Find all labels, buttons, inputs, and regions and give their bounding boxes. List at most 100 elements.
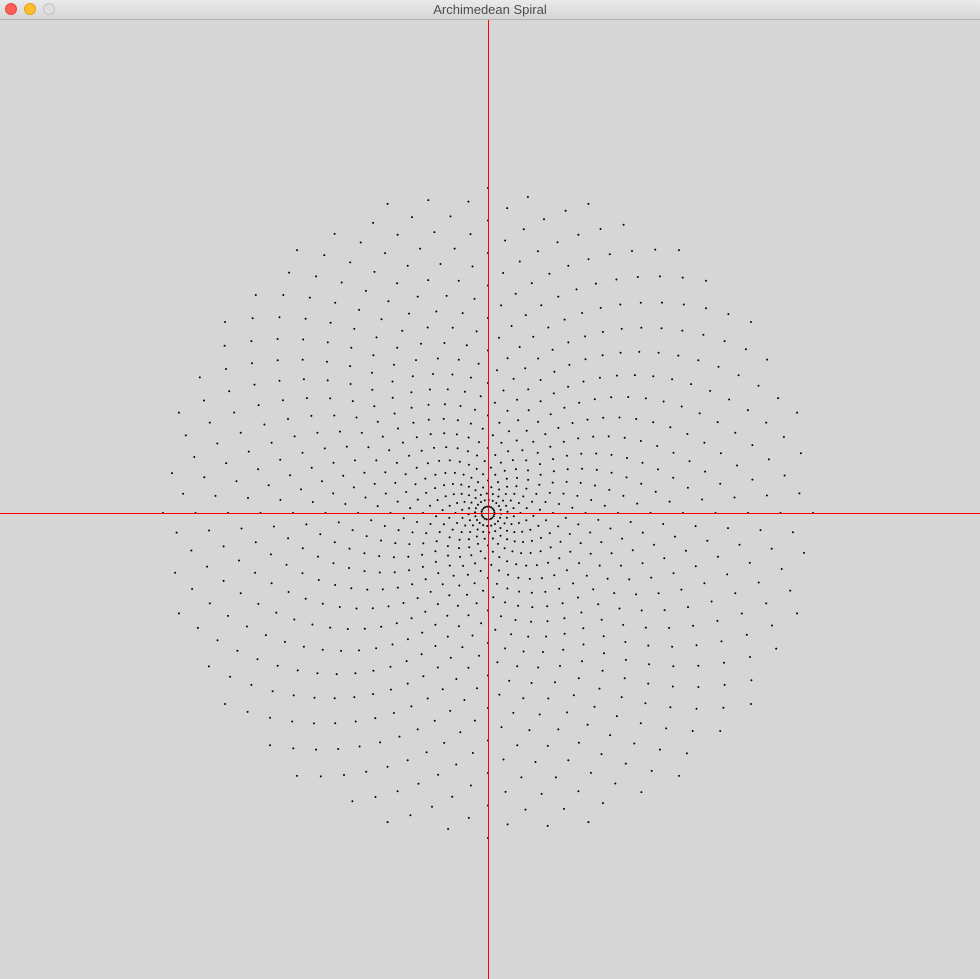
spiral-point bbox=[470, 476, 473, 479]
spiral-point bbox=[456, 522, 459, 524]
spiral-point bbox=[494, 628, 497, 631]
spiral-point bbox=[457, 625, 460, 628]
spiral-point bbox=[505, 504, 508, 507]
spiral-point bbox=[311, 623, 314, 626]
spiral-point bbox=[694, 565, 697, 568]
spiral-point bbox=[422, 542, 425, 545]
title-bar[interactable]: Archimedean Spiral bbox=[0, 0, 980, 20]
spiral-point bbox=[614, 782, 617, 785]
spiral-point bbox=[527, 388, 530, 391]
spiral-point bbox=[484, 506, 487, 509]
spiral-point bbox=[553, 574, 556, 577]
spiral-point bbox=[474, 507, 477, 510]
spiral-point bbox=[326, 379, 329, 382]
spiral-point bbox=[225, 462, 228, 465]
spiral-point bbox=[410, 705, 413, 708]
spiral-point bbox=[512, 377, 515, 380]
spiral-point bbox=[569, 550, 572, 553]
spiral-point bbox=[499, 516, 502, 519]
spiral-point bbox=[572, 582, 575, 585]
spiral-point bbox=[697, 686, 700, 688]
spiral-point bbox=[435, 515, 438, 518]
spiral-point bbox=[502, 499, 504, 502]
spiral-point bbox=[301, 547, 304, 550]
spiral-point bbox=[412, 421, 415, 424]
spiral-point bbox=[629, 521, 632, 523]
spiral-point bbox=[269, 744, 271, 747]
spiral-point bbox=[496, 369, 498, 372]
spiral-point bbox=[565, 480, 568, 483]
spiral-point bbox=[483, 517, 486, 520]
spiral-point bbox=[502, 758, 505, 761]
spiral-point bbox=[727, 313, 730, 316]
spiral-point bbox=[564, 209, 567, 212]
spiral-point bbox=[468, 519, 471, 522]
spiral-point bbox=[374, 717, 377, 720]
spiral-point bbox=[745, 633, 748, 636]
spiral-point bbox=[498, 336, 500, 339]
spiral-point bbox=[469, 233, 472, 236]
spiral-point bbox=[545, 635, 548, 638]
spiral-point bbox=[539, 379, 542, 381]
spiral-point bbox=[568, 363, 571, 366]
spiral-point bbox=[467, 463, 470, 466]
spiral-point bbox=[264, 634, 267, 637]
spiral-point bbox=[546, 605, 549, 608]
spiral-point bbox=[482, 473, 485, 476]
spiral-point bbox=[411, 531, 414, 534]
spiral-point bbox=[354, 720, 357, 723]
spiral-point bbox=[685, 752, 688, 755]
spiral-point bbox=[289, 474, 292, 477]
spiral-point bbox=[474, 562, 477, 565]
spiral-point bbox=[687, 606, 689, 609]
spiral-point bbox=[750, 679, 753, 682]
spiral-point bbox=[500, 726, 503, 729]
spiral-point bbox=[251, 362, 253, 365]
spiral-point bbox=[489, 517, 492, 520]
spiral-point bbox=[433, 231, 436, 234]
spiral-point bbox=[520, 552, 523, 555]
spiral-point bbox=[448, 516, 451, 519]
spiral-point bbox=[495, 502, 498, 504]
spiral-point bbox=[513, 492, 516, 495]
spiral-point bbox=[584, 335, 587, 338]
spiral-point bbox=[467, 538, 470, 541]
spiral-point bbox=[478, 522, 481, 524]
spiral-point bbox=[313, 722, 315, 725]
spiral-point bbox=[456, 604, 459, 607]
spiral-point bbox=[353, 327, 356, 330]
spiral-point bbox=[620, 564, 622, 567]
spiral-point bbox=[491, 516, 494, 519]
spiral-point bbox=[446, 614, 449, 617]
spiral-point bbox=[214, 494, 217, 497]
spiral-point bbox=[660, 327, 663, 330]
spiral-point bbox=[622, 623, 625, 626]
spiral-point bbox=[663, 557, 666, 560]
spiral-point bbox=[475, 535, 478, 538]
spiral-point bbox=[791, 531, 794, 534]
spiral-point bbox=[473, 297, 476, 300]
spiral-point bbox=[572, 694, 575, 697]
spiral-point bbox=[633, 374, 636, 377]
spiral-point bbox=[256, 658, 259, 661]
spiral-point bbox=[254, 294, 257, 296]
spiral-point bbox=[557, 525, 560, 528]
spiral-point bbox=[375, 459, 378, 462]
spiral-point bbox=[549, 445, 552, 448]
spiral-point bbox=[777, 397, 780, 400]
spiral-point bbox=[658, 748, 661, 751]
spiral-point bbox=[498, 488, 501, 491]
spiral-point bbox=[366, 588, 369, 591]
spiral-point bbox=[401, 441, 404, 444]
spiral-point bbox=[672, 572, 675, 575]
spiral-point bbox=[337, 521, 340, 524]
spiral-point bbox=[690, 383, 693, 386]
spiral-point bbox=[582, 380, 585, 383]
spiral-point bbox=[510, 325, 513, 327]
spiral-point bbox=[411, 583, 414, 586]
spiral-point bbox=[468, 507, 471, 510]
spiral-point bbox=[406, 759, 409, 762]
spiral-point bbox=[517, 522, 520, 524]
spiral-point bbox=[528, 577, 531, 580]
plot-canvas[interactable] bbox=[0, 20, 980, 979]
